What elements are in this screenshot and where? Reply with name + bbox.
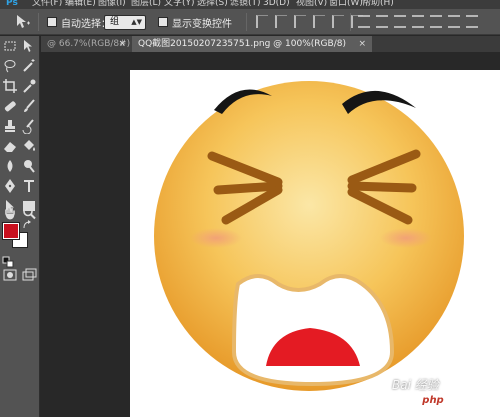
distribute-left-icon[interactable] — [412, 15, 424, 28]
distribute-buttons — [358, 15, 478, 28]
menu-type[interactable]: 文字(Y) — [164, 0, 197, 9]
hand-tool-icon[interactable] — [2, 205, 18, 221]
close-icon[interactable]: × — [358, 36, 366, 52]
tab-document-1[interactable]: @ 66.7%(RGB/8#) * × — [41, 36, 132, 52]
photoshop-window: Ps 文件(F) 编辑(E) 图像(I) 图层(L) 文字(Y) 选择(S) 滤… — [0, 0, 500, 417]
align-left-icon[interactable] — [313, 15, 325, 28]
document-canvas[interactable] — [130, 70, 500, 417]
magic-wand-icon[interactable] — [21, 58, 37, 74]
marquee-icon[interactable] — [2, 38, 18, 54]
move-tool-preset-icon[interactable] — [14, 14, 32, 29]
menu-image[interactable]: 图像(I) — [98, 0, 131, 9]
swap-colors-icon[interactable] — [22, 220, 32, 230]
zoom-tool-icon[interactable] — [21, 205, 37, 221]
menu-3d[interactable]: 3D(D) — [263, 0, 296, 9]
show-transform-checkbox[interactable] — [158, 17, 168, 27]
eyedropper-icon[interactable] — [21, 78, 37, 94]
menu-window[interactable]: 窗口(W) — [329, 0, 363, 9]
auto-select-checkbox[interactable] — [47, 17, 57, 27]
screen-mode-icon[interactable] — [21, 267, 37, 283]
align-vcenter-icon[interactable] — [275, 15, 287, 28]
document-tab-bar: @ 66.7%(RGB/8#) * × QQ截图20150207235751.p… — [41, 36, 500, 52]
distribute-bottom-icon[interactable] — [394, 15, 406, 28]
php-watermark: php 中文网 — [416, 389, 494, 413]
auto-align-icon[interactable] — [466, 15, 478, 28]
app-logo: Ps — [6, 0, 18, 8]
php-watermark-text: 中文网 — [452, 396, 492, 411]
dodge-icon[interactable] — [21, 158, 37, 174]
options-separator — [350, 13, 351, 31]
toolbox — [0, 36, 40, 417]
menu-filter[interactable]: 滤镜(T) — [230, 0, 263, 9]
align-bottom-icon[interactable] — [294, 15, 306, 28]
stamp-icon[interactable] — [2, 118, 18, 134]
healing-icon[interactable] — [2, 98, 18, 114]
options-separator — [38, 13, 39, 31]
show-transform-label: 显示变换控件 — [172, 19, 232, 30]
history-brush-icon[interactable] — [21, 118, 37, 135]
options-separator — [246, 13, 247, 31]
brush-icon[interactable] — [21, 98, 37, 114]
foreground-color-swatch[interactable] — [3, 223, 19, 239]
tab-label: QQ截图20150207235751.png @ 100%(RGB/8) — [138, 39, 346, 49]
menu-help[interactable]: 帮助(H) — [362, 0, 395, 9]
laughing-emoji-image — [154, 81, 464, 391]
align-hcenter-icon[interactable] — [332, 15, 344, 28]
move-icon[interactable] — [21, 38, 37, 54]
pen-icon[interactable] — [2, 178, 18, 194]
dropdown-arrow-icon: ▲▼ — [131, 18, 142, 26]
options-bar: 自动选择： 组 ▲▼ 显示变换控件 — [0, 9, 500, 35]
auto-select-dropdown[interactable]: 组 ▲▼ — [104, 15, 146, 30]
distribute-right-icon[interactable] — [448, 15, 460, 28]
menu-select[interactable]: 选择(S) — [197, 0, 230, 9]
menu-view[interactable]: 视图(V) — [296, 0, 329, 9]
align-buttons — [256, 15, 363, 28]
blur-icon[interactable] — [2, 158, 18, 174]
quick-mask-icon[interactable] — [2, 267, 18, 283]
lasso-icon[interactable] — [2, 58, 18, 74]
close-icon[interactable]: × — [118, 36, 126, 52]
eraser-icon[interactable] — [2, 138, 18, 154]
crop-icon[interactable] — [2, 78, 18, 94]
menu-items: 文件(F) 编辑(E) 图像(I) 图层(L) 文字(Y) 选择(S) 滤镜(T… — [32, 0, 395, 9]
menu-file[interactable]: 文件(F) — [32, 0, 65, 9]
paint-bucket-icon[interactable] — [21, 138, 37, 154]
auto-select-value: 组 — [110, 17, 120, 27]
menu-layer[interactable]: 图层(L) — [131, 0, 164, 9]
menu-edit[interactable]: 编辑(E) — [65, 0, 98, 9]
align-top-icon[interactable] — [256, 15, 268, 28]
type-icon[interactable] — [21, 178, 37, 194]
tab-document-2[interactable]: QQ截图20150207235751.png @ 100%(RGB/8) × — [132, 36, 372, 52]
distribute-vcenter-icon[interactable] — [376, 15, 388, 28]
php-logo: php — [416, 391, 450, 410]
distribute-hcenter-icon[interactable] — [430, 15, 442, 28]
menu-bar: Ps 文件(F) 编辑(E) 图像(I) 图层(L) 文字(Y) 选择(S) 滤… — [0, 0, 500, 9]
distribute-top-icon[interactable] — [358, 15, 370, 28]
